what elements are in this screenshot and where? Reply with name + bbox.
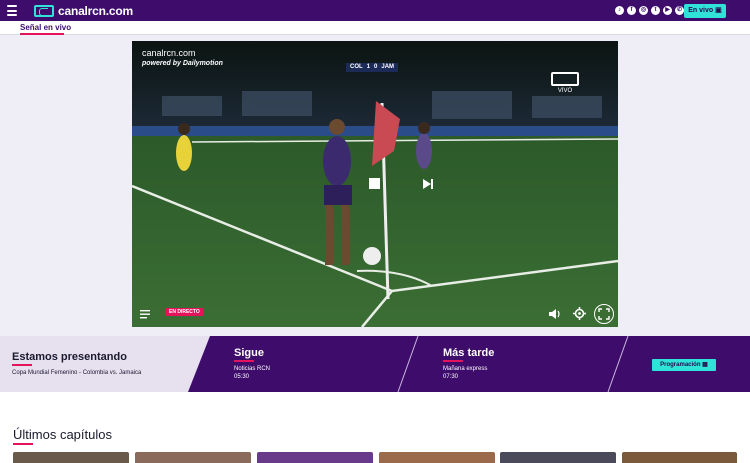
youtube-icon[interactable]: ▶ — [663, 6, 672, 15]
playlist-icon[interactable] — [140, 309, 152, 319]
tiktok-icon[interactable]: ♪ — [615, 6, 624, 15]
live-tv-icon: ▣ — [715, 7, 722, 14]
next-underline — [234, 360, 254, 362]
menu-icon[interactable] — [7, 5, 17, 16]
player-powered-by: powered by Dailymotion — [142, 60, 223, 67]
score-value-1: 1 — [366, 64, 371, 70]
later-underline — [443, 360, 463, 362]
settings-icon[interactable] — [573, 307, 586, 320]
now-showing-program: Copa Mundial Femenino - Colombia vs. Jam… — [12, 370, 142, 376]
episode-thumbnail[interactable] — [622, 452, 737, 463]
episode-thumbnail[interactable] — [257, 452, 373, 463]
score-bug: COL 1 0 JAM — [346, 63, 399, 72]
subnav-live-signal[interactable]: Señal en vivo — [20, 23, 71, 32]
top-navigation-bar: canalrcn.com ♪ f ◎ t ▶ ✆ En vivo ▣ — [0, 0, 750, 21]
episode-thumbnail[interactable] — [13, 452, 129, 463]
later-time: 07:30 — [443, 374, 459, 380]
next-heading: Sigue — [234, 347, 264, 359]
fullscreen-icon — [598, 308, 610, 320]
stop-button[interactable] — [369, 178, 380, 189]
episode-thumbnail[interactable] — [500, 452, 616, 463]
now-showing-heading: Estamos presentando — [12, 351, 127, 363]
schedule-button-label: Programación — [660, 362, 701, 368]
facebook-icon[interactable]: f — [627, 6, 636, 15]
player-controls: EN DIRECTO — [132, 299, 618, 327]
schedule-button[interactable]: Programación ▦ — [652, 359, 716, 371]
social-links: ♪ f ◎ t ▶ ✆ — [615, 6, 684, 15]
calendar-icon: ▦ — [702, 362, 708, 368]
next-program: Noticias RCN — [234, 366, 271, 372]
brand-logo[interactable]: canalrcn.com — [34, 3, 133, 18]
score-team-1: COL — [350, 64, 363, 70]
score-team-2: JAM — [381, 64, 395, 70]
rcn-watermark-icon — [551, 72, 579, 86]
channel-watermark: VIVO — [550, 72, 580, 94]
fullscreen-button[interactable] — [594, 304, 614, 324]
live-button-label: En vivo — [688, 7, 714, 14]
now-underline — [12, 364, 32, 366]
latest-episodes-heading: Últimos capítulos — [13, 427, 112, 442]
episode-thumbnail[interactable] — [135, 452, 251, 463]
episode-thumbnail[interactable] — [379, 452, 495, 463]
live-badge: EN DIRECTO — [166, 308, 203, 316]
live-button[interactable]: En vivo ▣ — [684, 4, 726, 18]
brand-name: canalrcn.com — [58, 3, 133, 18]
next-time: 05:30 — [234, 374, 250, 380]
score-value-2: 0 — [374, 64, 378, 70]
twitter-icon[interactable]: t — [651, 6, 660, 15]
video-player[interactable]: canalrcn.com powered by Dailymotion COL … — [132, 41, 618, 327]
next-icon[interactable] — [422, 178, 434, 190]
channel-label: VIVO — [557, 88, 573, 94]
sub-navigation: Señal en vivo — [0, 21, 750, 35]
subnav-active-indicator — [20, 33, 64, 35]
rcn-logo-icon — [34, 4, 54, 17]
whatsapp-icon[interactable]: ✆ — [675, 6, 684, 15]
later-program: Mañana express — [443, 366, 488, 372]
later-heading: Más tarde — [443, 347, 495, 359]
instagram-icon[interactable]: ◎ — [639, 6, 648, 15]
volume-icon[interactable] — [549, 308, 562, 320]
latest-underline — [13, 443, 33, 445]
player-title: canalrcn.com — [142, 48, 196, 58]
